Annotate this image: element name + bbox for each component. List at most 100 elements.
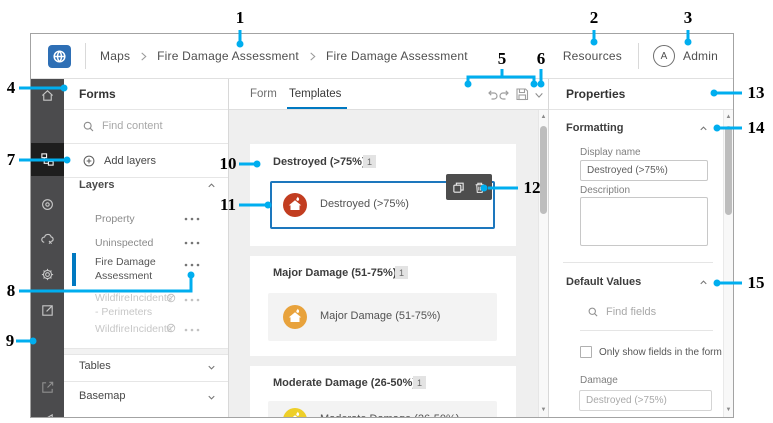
layers-section-header: Layers (79, 179, 115, 191)
callout-7: 7 (6, 150, 16, 169)
description-label: Description (580, 185, 631, 196)
not-allowed-icon (166, 323, 176, 333)
callout-10: 10 (219, 154, 237, 173)
description-textarea[interactable] (580, 197, 708, 246)
forms-panel-header: Forms (64, 79, 228, 110)
template-group-title: Destroyed (>75%) (273, 156, 366, 168)
breadcrumb-maps[interactable]: Maps (100, 49, 130, 63)
display-name-label: Display name (580, 147, 641, 158)
overflow-menu-icon[interactable] (184, 240, 200, 246)
breadcrumb-map-name[interactable]: Fire Damage Assessment (157, 49, 299, 63)
callout-11: 11 (219, 195, 237, 214)
resources-link[interactable]: Resources (563, 49, 622, 63)
header-divider (637, 43, 639, 69)
search-placeholder: Find fields (606, 306, 657, 318)
basemap-label: Basemap (79, 390, 126, 402)
scrollbar-thumb[interactable] (540, 126, 547, 214)
chevron-down-icon[interactable] (533, 90, 545, 100)
overflow-menu-icon[interactable] (184, 297, 200, 303)
template-group-destroyed: Destroyed (>75%) 1 Destroyed (>75%) (250, 144, 516, 246)
callout-6: 6 (536, 49, 546, 68)
layer-name: Property (95, 213, 135, 225)
callout-2: 2 (589, 8, 599, 27)
duplicate-icon[interactable] (452, 181, 465, 194)
search-placeholder: Find content (102, 120, 163, 132)
template-group-title: Major Damage (51-75%) (273, 267, 397, 279)
tab-templates[interactable]: Templates (289, 79, 341, 110)
undo-icon[interactable] (485, 88, 499, 101)
overflow-menu-icon[interactable] (184, 262, 200, 268)
app-header: Maps Fire Damage Assessment Fire Damage … (31, 34, 733, 79)
open-in-new-icon[interactable] (40, 380, 55, 395)
editor-scrollbar[interactable]: ▲ ▼ (538, 110, 548, 417)
moderate-damage-symbol-icon (283, 408, 307, 417)
scroll-down-arrow[interactable]: ▼ (724, 407, 733, 413)
header-divider (85, 43, 86, 69)
chevron-down-icon (208, 395, 215, 400)
add-layers-button[interactable]: Add layers (64, 144, 228, 178)
template-card-major[interactable]: Major Damage (51-75%) (268, 293, 497, 341)
properties-scrollbar[interactable]: ▲ ▼ (723, 110, 733, 417)
section-divider (563, 262, 713, 263)
layer-name: Uninspected (95, 237, 154, 249)
damage-field-label: Damage (580, 375, 618, 386)
only-show-fields-checkbox[interactable] (580, 346, 592, 358)
display-name-input[interactable] (580, 160, 708, 181)
forms-panel: Forms Find content Add layers Layers Pro… (64, 79, 229, 417)
damage-default-value-input[interactable] (579, 390, 712, 411)
scroll-up-arrow[interactable]: ▲ (539, 114, 548, 120)
chevron-up-icon[interactable] (698, 277, 709, 288)
redo-icon[interactable] (498, 88, 512, 101)
active-tab-underline (287, 107, 347, 109)
destroyed-symbol-icon (283, 193, 307, 217)
only-show-fields-label: Only show fields in the form (599, 347, 722, 358)
template-label: Major Damage (51-75%) (320, 310, 441, 322)
home-icon[interactable] (40, 88, 55, 103)
find-content-search[interactable]: Find content (64, 110, 228, 144)
overflow-menu-icon[interactable] (184, 327, 200, 333)
callout-1: 1 (235, 8, 245, 27)
overflow-menu-icon[interactable] (184, 216, 200, 222)
callout-15: 15 (747, 273, 765, 292)
callout-8: 8 (6, 281, 16, 300)
search-icon (588, 307, 598, 317)
not-allowed-icon (166, 293, 176, 303)
delete-trash-icon[interactable] (473, 181, 486, 194)
forms-icon[interactable] (40, 152, 55, 167)
callout-4: 4 (6, 78, 16, 97)
gear-icon[interactable] (40, 267, 55, 282)
template-group-title: Moderate Damage (26-50%) (273, 377, 417, 389)
chevron-down-icon (208, 365, 215, 370)
major-damage-symbol-icon (283, 305, 307, 329)
offline-cloud-icon[interactable] (40, 232, 55, 247)
search-divider (580, 330, 713, 331)
scroll-up-arrow[interactable]: ▲ (724, 114, 733, 120)
section-separator (64, 348, 228, 355)
feedback-megaphone-icon[interactable] (40, 412, 55, 418)
sharing-icon[interactable] (40, 303, 55, 318)
chevron-up-icon[interactable] (698, 123, 709, 134)
callout-12: 12 (523, 178, 541, 197)
app-window: Maps Fire Damage Assessment Fire Damage … (30, 33, 734, 418)
search-icon (83, 121, 94, 132)
save-icon[interactable] (515, 87, 529, 101)
template-hover-toolbar (446, 174, 492, 200)
editor-tabbar: Form Templates (229, 79, 548, 110)
esri-logo-icon[interactable] (48, 44, 71, 68)
chevron-up-icon[interactable] (206, 180, 217, 191)
template-card-moderate[interactable]: Moderate Damage (26-50%) (268, 401, 497, 417)
template-count-badge: 1 (395, 266, 408, 279)
smart-settings-icon[interactable] (40, 197, 55, 212)
app-sidebar (31, 79, 64, 417)
selected-layer-bar (72, 253, 76, 286)
scrollbar-thumb[interactable] (725, 126, 732, 215)
template-group-major: Major Damage (51-75%) 1 Major Damage (51… (250, 256, 516, 356)
avatar[interactable]: A (652, 45, 675, 67)
template-label: Moderate Damage (26-50%) (320, 413, 459, 417)
tables-label: Tables (79, 360, 111, 372)
scroll-down-arrow[interactable]: ▼ (539, 407, 548, 413)
tab-form[interactable]: Form (250, 79, 277, 110)
admin-menu[interactable]: Admin (683, 49, 718, 63)
editor-panel: Form Templates Destroyed (>75%) 1 Destro… (229, 79, 548, 417)
screenshot-canvas: Maps Fire Damage Assessment Fire Damage … (0, 0, 773, 423)
